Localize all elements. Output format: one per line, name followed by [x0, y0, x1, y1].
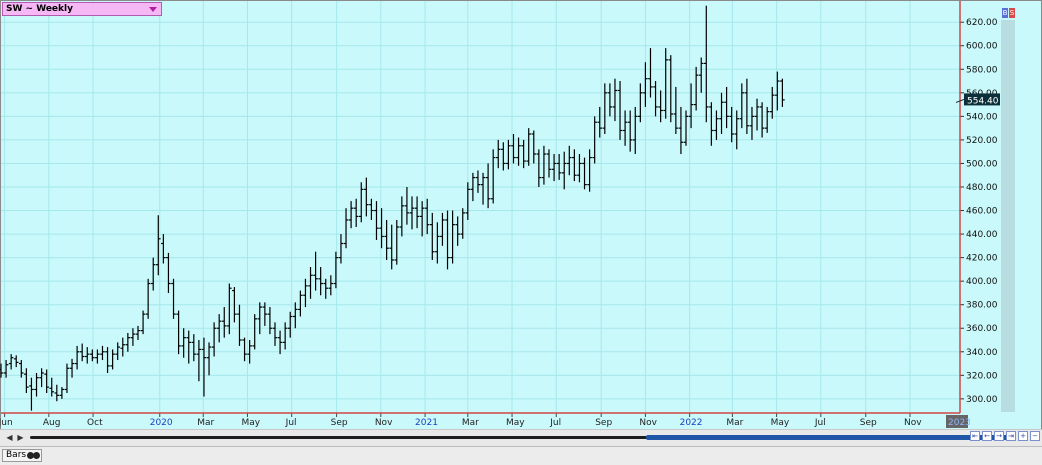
y-tick-label: 420.00 [966, 254, 998, 264]
x-tick-label: Mar [197, 418, 214, 428]
chain-icon [27, 452, 41, 459]
year-marker-label: 2023 [948, 418, 971, 428]
x-tick-label: Mar [462, 418, 479, 428]
price-chart[interactable]: 300.00 320.00 340.00 360.00 380.00 400.00 420.… [0, 0, 1042, 430]
y-tick-label: 600.00 [966, 42, 998, 52]
last-bar-icon[interactable]: ⇥ [1006, 431, 1016, 441]
right-arrow-icon[interactable]: ▶ [16, 433, 25, 442]
y-tick-label: 460.00 [966, 207, 998, 217]
y-tick-label: 620.00 [966, 18, 998, 28]
bars-tab[interactable]: Bars [2, 449, 42, 462]
plot-area [1, 1, 960, 413]
x-tick-label: Nov [375, 418, 393, 428]
scale-buttons: B S [1002, 8, 1016, 18]
x-tick-label: Jun [0, 418, 13, 428]
dropdown-arrow-icon[interactable] [149, 7, 157, 12]
last-price-label: 554.40 [967, 96, 999, 106]
x-tick-label: 2020 [150, 418, 173, 428]
y-tick-label: 300.00 [966, 395, 998, 405]
x-tick-label: Jul [814, 418, 826, 428]
x-tick-label: Sep [331, 418, 348, 428]
x-tick-label: 2022 [680, 418, 703, 428]
x-tick-label: Sep [860, 418, 877, 428]
scrollbar-thumb[interactable] [646, 435, 1010, 440]
zoom-in-icon[interactable]: + [1018, 431, 1028, 441]
left-arrow-icon[interactable]: ◀ [5, 433, 14, 442]
x-tick-label: Oct [87, 418, 103, 428]
y-tick-label: 400.00 [966, 277, 998, 287]
x-tick-label: May [771, 418, 790, 428]
scale-b-button[interactable]: B [1002, 8, 1008, 18]
y-tick-label: 580.00 [966, 65, 998, 75]
x-tick-label: Jul [549, 418, 561, 428]
x-tick-label: Aug [43, 418, 61, 428]
y-tick-label: 340.00 [966, 348, 998, 358]
y-tick-label: 500.00 [966, 159, 998, 169]
y-tick-label: 360.00 [966, 324, 998, 334]
symbol-selector[interactable]: SW ~ Weekly [2, 2, 162, 16]
bars-tab-label: Bars [6, 450, 27, 460]
symbol-label: SW ~ Weekly [6, 4, 73, 14]
x-tick-label: Nov [904, 418, 922, 428]
x-tick-label: Sep [595, 418, 612, 428]
x-tick-label: May [506, 418, 525, 428]
x-tick-label: Mar [726, 418, 743, 428]
scale-s-button[interactable]: S [1009, 8, 1015, 18]
x-tick-label: Jul [285, 418, 297, 428]
first-bar-icon[interactable]: ⇤ [970, 431, 980, 441]
y-tick-label: 440.00 [966, 230, 998, 240]
x-tick-label: May [241, 418, 260, 428]
price-scale-strip[interactable] [1001, 20, 1015, 412]
zoom-out-icon[interactable]: − [1030, 431, 1040, 441]
x-tick-label: Nov [639, 418, 657, 428]
prev-page-icon[interactable]: ← [982, 431, 992, 441]
status-bar: Bars [0, 446, 1042, 465]
time-scrollbar: ◀ ▶ ⇤ ← → ⇥ + − [0, 429, 1042, 447]
y-tick-label: 480.00 [966, 183, 998, 193]
y-tick-label: 540.00 [966, 112, 998, 122]
x-tick-label: 2021 [415, 418, 438, 428]
next-page-icon[interactable]: → [994, 431, 1004, 441]
y-tick-label: 380.00 [966, 301, 998, 311]
y-tick-label: 520.00 [966, 136, 998, 146]
y-tick-label: 320.00 [966, 371, 998, 381]
